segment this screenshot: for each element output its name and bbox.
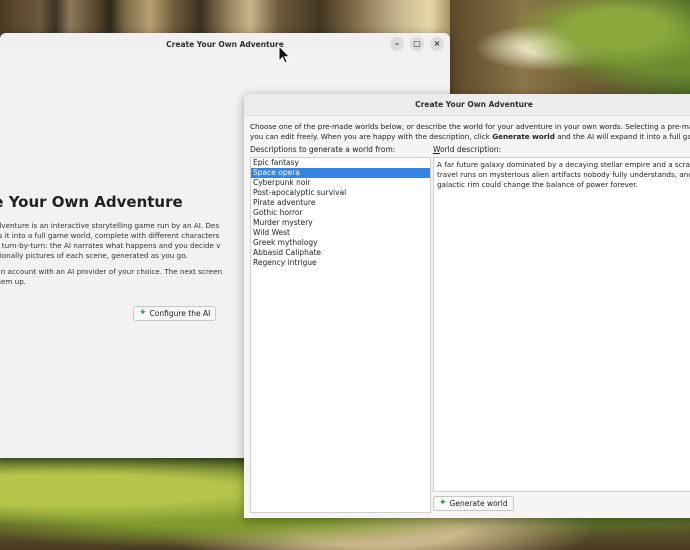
welcome-line: ery, and optionally pictures of each sce…: [0, 251, 188, 260]
back-window-title: Create Your Own Adventure: [166, 39, 284, 49]
world-list-item[interactable]: Space opera: [251, 168, 430, 178]
minimize-icon[interactable]: –: [390, 37, 404, 51]
world-list-item[interactable]: Abbasid Caliphate: [251, 248, 430, 258]
worlds-list-label: Descriptions to generate a world from:: [250, 145, 396, 154]
generate-world-label: Generate world: [449, 499, 508, 508]
wallpaper-foliage-top: [450, 0, 690, 95]
world-list-item[interactable]: Cyberpunk noir: [251, 178, 430, 188]
description-line: A far future galaxy dominated by a decay…: [437, 160, 690, 169]
world-description-label-text: orld description:: [439, 145, 502, 154]
configure-ai-label: Configure the AI: [149, 309, 211, 318]
welcome-line: , you need an account with an AI provide…: [0, 267, 223, 276]
welcome-line: Your Own Adventure is an interactive sto…: [0, 221, 220, 230]
mouse-pointer-icon: [278, 45, 291, 64]
close-icon[interactable]: ×: [430, 37, 444, 51]
welcome-description: Your Own Adventure is an interactive sto…: [0, 221, 260, 293]
welcome-line: e AI expands it into a full game world, …: [0, 231, 220, 240]
description-line: travel runs on mysterious alien artifact…: [437, 170, 690, 179]
front-window-title: Create Your Own Adventure: [415, 100, 533, 109]
instructions-bold: Generate world: [492, 132, 555, 141]
welcome-content: ate Your Own Adventure Your Own Adventur…: [0, 193, 260, 293]
welcome-heading: ate Your Own Adventure: [0, 193, 183, 211]
world-list-item[interactable]: Epic fantasy: [251, 158, 430, 168]
world-description-label: World description:: [433, 145, 501, 154]
world-list-item[interactable]: Wild West: [251, 228, 430, 238]
back-window-titlebar[interactable]: Create Your Own Adventure – □ ×: [0, 33, 450, 55]
world-list-item[interactable]: Murder mystery: [251, 218, 430, 228]
front-window-titlebar[interactable]: Create Your Own Adventure: [244, 94, 690, 116]
sparkle-icon: ✦: [139, 308, 147, 318]
world-list-item[interactable]: Regency intrigue: [251, 258, 430, 268]
description-line: galactic rim could change the balance of…: [437, 180, 638, 189]
world-list-item[interactable]: Gothic horror: [251, 208, 430, 218]
welcome-line: lp you set them up.: [0, 277, 27, 286]
mnemonic-letter: W: [433, 145, 440, 154]
world-list-item[interactable]: Greek mythology: [251, 238, 430, 248]
instructions-line: and the AI will expand it into a full ga…: [557, 132, 690, 141]
instructions-line: you can edit freely. When you are happy …: [250, 132, 493, 141]
generate-world-button[interactable]: ✦ Generate world: [433, 496, 514, 511]
sparkle-icon: ✦: [439, 498, 447, 508]
instructions-text: Choose one of the pre-made worlds below,…: [250, 122, 690, 142]
world-list-item[interactable]: Post-apocalyptic survival: [251, 188, 430, 198]
world-list-item[interactable]: Pirate adventure: [251, 198, 430, 208]
instructions-line: Choose one of the pre-made worlds below,…: [250, 122, 690, 131]
maximize-icon[interactable]: □: [410, 37, 424, 51]
world-description-textarea[interactable]: A far future galaxy dominated by a decay…: [433, 157, 690, 492]
front-window: Create Your Own Adventure Choose one of …: [244, 94, 690, 518]
worlds-list[interactable]: Epic fantasy Space opera Cyberpunk noir Pos…: [250, 157, 431, 513]
configure-ai-button[interactable]: ✦ Configure the AI: [133, 306, 217, 321]
welcome-line: e adventure turn-by-turn: the AI narrate…: [0, 241, 221, 250]
